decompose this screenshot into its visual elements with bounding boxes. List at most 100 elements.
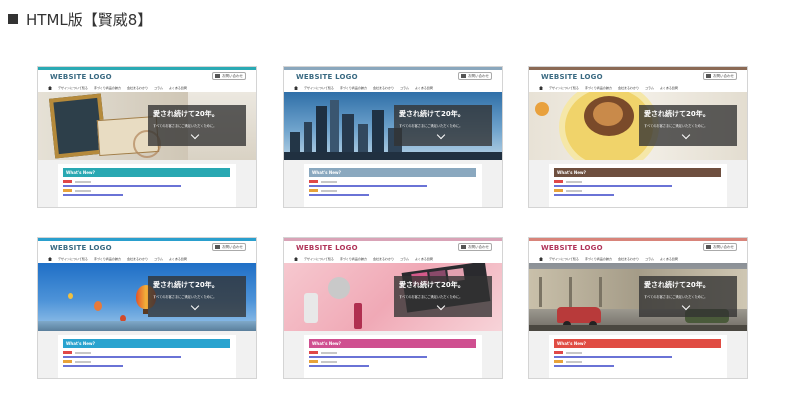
home-icon[interactable] [294,86,298,90]
nav-item-design[interactable]: デザインについて知る [304,86,334,90]
square-bullet-icon [8,14,18,24]
news-meta-row [63,351,91,354]
nav-item-faq[interactable]: よくある質問 [660,257,678,261]
nav-item-design[interactable]: デザインについて知る [549,257,579,261]
contact-button[interactable]: お問い合わせ [212,243,246,251]
nav-item-handmade[interactable]: 手づくり商品の魅力 [340,257,367,261]
mail-icon [215,74,220,78]
home-icon[interactable] [294,257,298,261]
content-area: What's New? [284,160,502,207]
nav-item-column[interactable]: コラム [154,257,163,261]
template-city-thumbnail[interactable]: WEBSITE LOGO お問い合わせ デザインについて知る 手づくり商品の魅力… [283,66,503,208]
chevron-down-icon[interactable] [681,301,691,311]
nav-item-design[interactable]: デザインについて知る [58,86,88,90]
nav-item-design[interactable]: デザインについて知る [549,86,579,90]
news-link[interactable] [63,194,123,196]
news-date [566,360,582,363]
news-date [321,189,337,192]
chevron-down-icon[interactable] [436,301,446,311]
hero-image: 愛され続けて20年。 すべてのお客さまにご満足いただくために。 [284,92,502,160]
template-books-thumbnail[interactable]: WEBSITE LOGO お問い合わせ デザインについて知る 手づくり商品の魅力… [37,66,257,208]
contact-button[interactable]: お問い合わせ [212,72,246,80]
news-heading: What's New? [309,168,476,177]
content-area: What's New? [38,160,256,207]
news-panel: What's New? [549,335,727,378]
news-link[interactable] [63,185,181,187]
accent-strip [38,238,256,241]
news-link[interactable] [309,185,427,187]
global-nav: デザインについて知る 手づくり商品の魅力 会社まるわかり コラム よくある質問 [284,255,502,263]
nav-item-design[interactable]: デザインについて知る [58,257,88,261]
template-food-thumbnail[interactable]: WEBSITE LOGO お問い合わせ デザインについて知る 手づくり商品の魅力… [528,66,748,208]
nav-item-company[interactable]: 会社まるわかり [373,86,394,90]
hero-overlay: 愛され続けて20年。 すべてのお客さまにご満足いただくために。 [394,105,492,146]
mail-icon [215,245,220,249]
nav-item-handmade[interactable]: 手づくり商品の魅力 [94,86,121,90]
news-link[interactable] [63,365,123,367]
news-date [75,180,91,183]
news-date [75,351,91,354]
hero-image: 愛され続けて20年。 すべてのお客さまにご満足いただくために。 [38,263,256,331]
news-meta-row [554,351,582,354]
website-logo: WEBSITE LOGO [541,73,603,81]
home-icon[interactable] [48,257,52,261]
nav-item-handmade[interactable]: 手づくり商品の魅力 [585,257,612,261]
contact-button[interactable]: お問い合わせ [458,72,492,80]
nav-item-company[interactable]: 会社まるわかり [127,86,148,90]
contact-button[interactable]: お問い合わせ [458,243,492,251]
chevron-down-icon[interactable] [190,130,200,140]
news-date [321,180,337,183]
nav-item-column[interactable]: コラム [400,86,409,90]
nav-item-company[interactable]: 会社まるわかり [618,257,639,261]
news-panel: What's New? [58,164,236,207]
contact-button[interactable]: お問い合わせ [703,243,737,251]
hero-overlay: 愛され続けて20年。 すべてのお客さまにご満足いただくために。 [639,276,737,317]
news-link[interactable] [63,356,181,358]
nav-item-handmade[interactable]: 手づくり商品の魅力 [340,86,367,90]
hero-subtitle: すべてのお客さまにご満足いただくために。 [153,295,217,299]
template-balloons-thumbnail[interactable]: WEBSITE LOGO お問い合わせ デザインについて知る 手づくり商品の魅力… [37,237,257,379]
home-icon[interactable] [539,86,543,90]
nav-item-faq[interactable]: よくある質問 [660,86,678,90]
news-meta-row [554,360,582,363]
nav-item-faq[interactable]: よくある質問 [169,257,187,261]
news-meta-row [63,360,91,363]
contact-button[interactable]: お問い合わせ [703,72,737,80]
template-street-thumbnail[interactable]: WEBSITE LOGO お問い合わせ デザインについて知る 手づくり商品の魅力… [528,237,748,379]
home-icon[interactable] [539,257,543,261]
nav-item-handmade[interactable]: 手づくり商品の魅力 [94,257,121,261]
nav-item-column[interactable]: コラム [645,86,654,90]
nav-item-handmade[interactable]: 手づくり商品の魅力 [585,86,612,90]
hero-title: 愛され続けて20年。 [153,110,219,118]
news-link[interactable] [554,185,672,187]
home-icon[interactable] [48,86,52,90]
news-tag-red [309,180,318,183]
nav-item-company[interactable]: 会社まるわかり [127,257,148,261]
nav-item-faq[interactable]: よくある質問 [415,257,433,261]
nav-item-column[interactable]: コラム [645,257,654,261]
chevron-down-icon[interactable] [190,301,200,311]
chevron-down-icon[interactable] [681,130,691,140]
nav-item-design[interactable]: デザインについて知る [304,257,334,261]
logo-word-1: WEBSITE [50,244,87,252]
news-link[interactable] [554,194,614,196]
content-area: What's New? [38,331,256,378]
news-tag-orange [63,189,72,192]
news-link[interactable] [554,356,672,358]
nav-item-company[interactable]: 会社まるわかり [373,257,394,261]
nav-item-faq[interactable]: よくある質問 [169,86,187,90]
nav-item-company[interactable]: 会社まるわかり [618,86,639,90]
hero-title: 愛され続けて20年。 [399,110,465,118]
news-link[interactable] [309,356,427,358]
news-link[interactable] [554,365,614,367]
template-cosmetics-thumbnail[interactable]: WEBSITE LOGO お問い合わせ デザインについて知る 手づくり商品の魅力… [283,237,503,379]
chevron-down-icon[interactable] [436,130,446,140]
hero-image: 愛され続けて20年。 すべてのお客さまにご満足いただくために。 [529,92,747,160]
news-link[interactable] [309,365,369,367]
nav-item-faq[interactable]: よくある質問 [415,86,433,90]
nav-item-column[interactable]: コラム [400,257,409,261]
news-link[interactable] [309,194,369,196]
website-logo: WEBSITE LOGO [50,244,112,252]
mail-icon [706,245,711,249]
nav-item-column[interactable]: コラム [154,86,163,90]
